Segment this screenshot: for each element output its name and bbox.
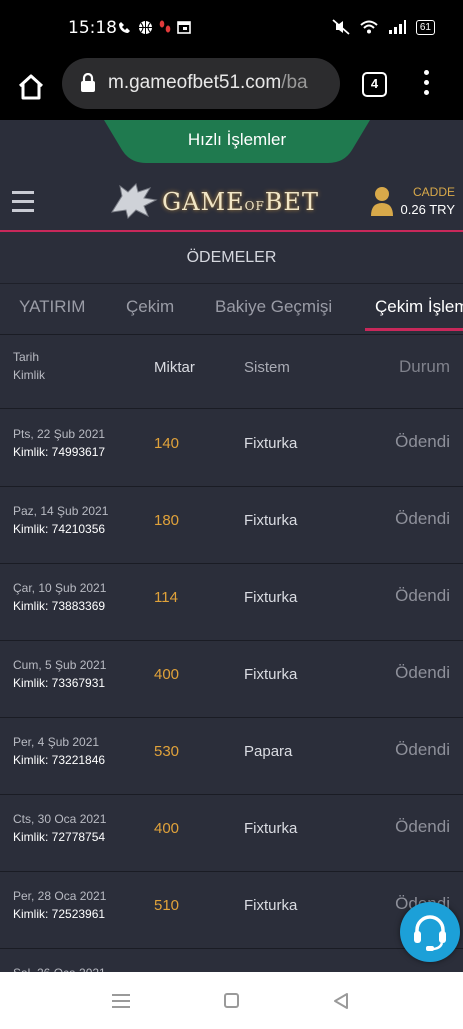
active-tab-indicator bbox=[365, 328, 463, 331]
footsteps-icon bbox=[159, 20, 171, 33]
tab-switcher-button[interactable]: 4 bbox=[362, 72, 387, 97]
url-text: m.gameofbet51.com/ba bbox=[108, 72, 332, 94]
site-logo[interactable]: GAMEOFBET bbox=[110, 182, 318, 222]
row-date: Pts, 22 Şub 2021 bbox=[13, 427, 106, 441]
row-amount: 510 bbox=[154, 897, 180, 914]
lock-icon bbox=[81, 73, 95, 92]
row-id: Kimlik: 72778754 bbox=[13, 830, 106, 844]
status-time: 15:18 bbox=[68, 18, 117, 38]
tab-yatirim[interactable]: YATIRIM bbox=[19, 297, 85, 317]
browser-toolbar: m.gameofbet51.com/ba 4 bbox=[0, 58, 463, 120]
row-system: Papara bbox=[244, 743, 293, 760]
row-status: Ödendi bbox=[395, 586, 450, 605]
table-row[interactable]: Per, 4 Şub 2021 Kimlik: 73221846 530 Pap… bbox=[0, 718, 463, 795]
row-status: Ödendi bbox=[395, 663, 450, 682]
signal-icon bbox=[388, 20, 406, 34]
row-id: Kimlik: 74993617 bbox=[13, 445, 106, 459]
mute-icon bbox=[332, 19, 350, 35]
username-label[interactable]: CADDE bbox=[413, 185, 455, 199]
logo-text: GAMEOFBET bbox=[162, 188, 319, 216]
recent-apps-icon[interactable] bbox=[112, 994, 130, 1012]
table-header: Tarih Kimlik Miktar Sistem Durum bbox=[0, 334, 463, 409]
hamburger-menu-icon[interactable] bbox=[12, 191, 34, 218]
url-domain: m.gameofbet51.com bbox=[108, 72, 282, 93]
header-id: Kimlik bbox=[13, 368, 45, 382]
row-date: Çar, 10 Şub 2021 bbox=[13, 581, 107, 595]
row-status: Ödendi bbox=[395, 740, 450, 759]
row-amount: 400 bbox=[154, 820, 180, 837]
row-system: Fixturka bbox=[244, 589, 298, 606]
row-amount: 530 bbox=[154, 743, 180, 760]
table-row[interactable]: Pts, 22 Şub 2021 Kimlik: 74993617 140 Fi… bbox=[0, 410, 463, 487]
balance-label: 0.26 TRY bbox=[400, 202, 455, 217]
row-system: Fixturka bbox=[244, 666, 298, 683]
status-bar: 15:18 61 bbox=[0, 0, 463, 58]
header-amount: Miktar bbox=[154, 359, 195, 376]
tab-bakiye-gecmisi[interactable]: Bakiye Geçmişi bbox=[215, 297, 332, 317]
row-id: Kimlik: 73883369 bbox=[13, 599, 106, 613]
wifi-icon bbox=[360, 20, 378, 34]
row-date: Cts, 30 Oca 2021 bbox=[13, 812, 107, 826]
system-navigation-bar bbox=[0, 972, 463, 1029]
address-bar[interactable]: m.gameofbet51.com/ba bbox=[62, 58, 340, 109]
table-row[interactable]: Cts, 30 Oca 2021 Kimlik: 72778754 400 Fi… bbox=[0, 795, 463, 872]
logo-text-of: OF bbox=[244, 199, 265, 213]
quick-actions-button[interactable]: Hızlı İşlemler bbox=[104, 120, 370, 162]
page-title: ÖDEMELER bbox=[0, 234, 463, 284]
tab-cekim[interactable]: Çekim bbox=[126, 297, 174, 317]
header-date: Tarih bbox=[13, 350, 40, 364]
row-id: Kimlik: 72523961 bbox=[13, 907, 106, 921]
row-system: Fixturka bbox=[244, 897, 298, 914]
basketball-icon bbox=[139, 21, 152, 34]
table-row[interactable]: Per, 28 Oca 2021 Kimlik: 72523961 510 Fi… bbox=[0, 872, 463, 949]
row-status: Ödendi bbox=[395, 509, 450, 528]
logo-text-bet: BET bbox=[264, 188, 319, 216]
live-support-button[interactable] bbox=[400, 902, 460, 962]
nav-home-icon[interactable] bbox=[224, 993, 239, 1008]
row-amount: 180 bbox=[154, 512, 180, 529]
row-status: Ödendi bbox=[395, 817, 450, 836]
row-id: Kimlik: 73221846 bbox=[13, 753, 106, 767]
site-header: Hızlı İşlemler GAMEOFBET CADDE 0.26 TRY bbox=[0, 120, 463, 232]
row-id: Kimlik: 74210356 bbox=[13, 522, 106, 536]
notification-icons bbox=[118, 20, 191, 35]
url-path: /ba bbox=[281, 72, 308, 93]
row-amount: 140 bbox=[154, 435, 180, 452]
battery-icon: 61 bbox=[415, 19, 435, 35]
row-date: Per, 28 Oca 2021 bbox=[13, 889, 107, 903]
row-date: Paz, 14 Şub 2021 bbox=[13, 504, 109, 518]
row-amount: 114 bbox=[154, 589, 178, 606]
system-icons: 61 bbox=[332, 19, 435, 35]
payment-tabs: YATIRIM Çekim Bakiye Geçmişi Çekim İşlem bbox=[0, 285, 463, 332]
row-date: Per, 4 Şub 2021 bbox=[13, 735, 100, 749]
table-row[interactable]: Paz, 14 Şub 2021 Kimlik: 74210356 180 Fi… bbox=[0, 487, 463, 564]
missed-call-icon bbox=[119, 22, 130, 33]
tab-cekim-islemleri[interactable]: Çekim İşlem bbox=[375, 297, 463, 317]
back-icon[interactable] bbox=[332, 992, 350, 1010]
row-amount: 400 bbox=[154, 666, 180, 683]
row-system: Fixturka bbox=[244, 820, 298, 837]
row-date: Cum, 5 Şub 2021 bbox=[13, 658, 107, 672]
header-system: Sistem bbox=[244, 359, 290, 376]
table-row[interactable]: Cum, 5 Şub 2021 Kimlik: 73367931 400 Fix… bbox=[0, 641, 463, 718]
row-system: Fixturka bbox=[244, 512, 298, 529]
row-system: Fixturka bbox=[244, 435, 298, 452]
wolf-icon bbox=[111, 183, 158, 219]
browser-menu-icon[interactable] bbox=[420, 70, 432, 98]
calendar-icon bbox=[177, 21, 191, 34]
row-id: Kimlik: 73367931 bbox=[13, 676, 106, 690]
table-row[interactable]: Çar, 10 Şub 2021 Kimlik: 73883369 114 Fi… bbox=[0, 564, 463, 641]
user-icon[interactable] bbox=[370, 186, 394, 216]
headset-icon bbox=[414, 915, 446, 951]
home-icon[interactable] bbox=[16, 72, 46, 102]
header-status: Durum bbox=[398, 357, 450, 376]
logo-text-game: GAME bbox=[162, 188, 245, 216]
row-status: Ödendi bbox=[395, 432, 450, 451]
